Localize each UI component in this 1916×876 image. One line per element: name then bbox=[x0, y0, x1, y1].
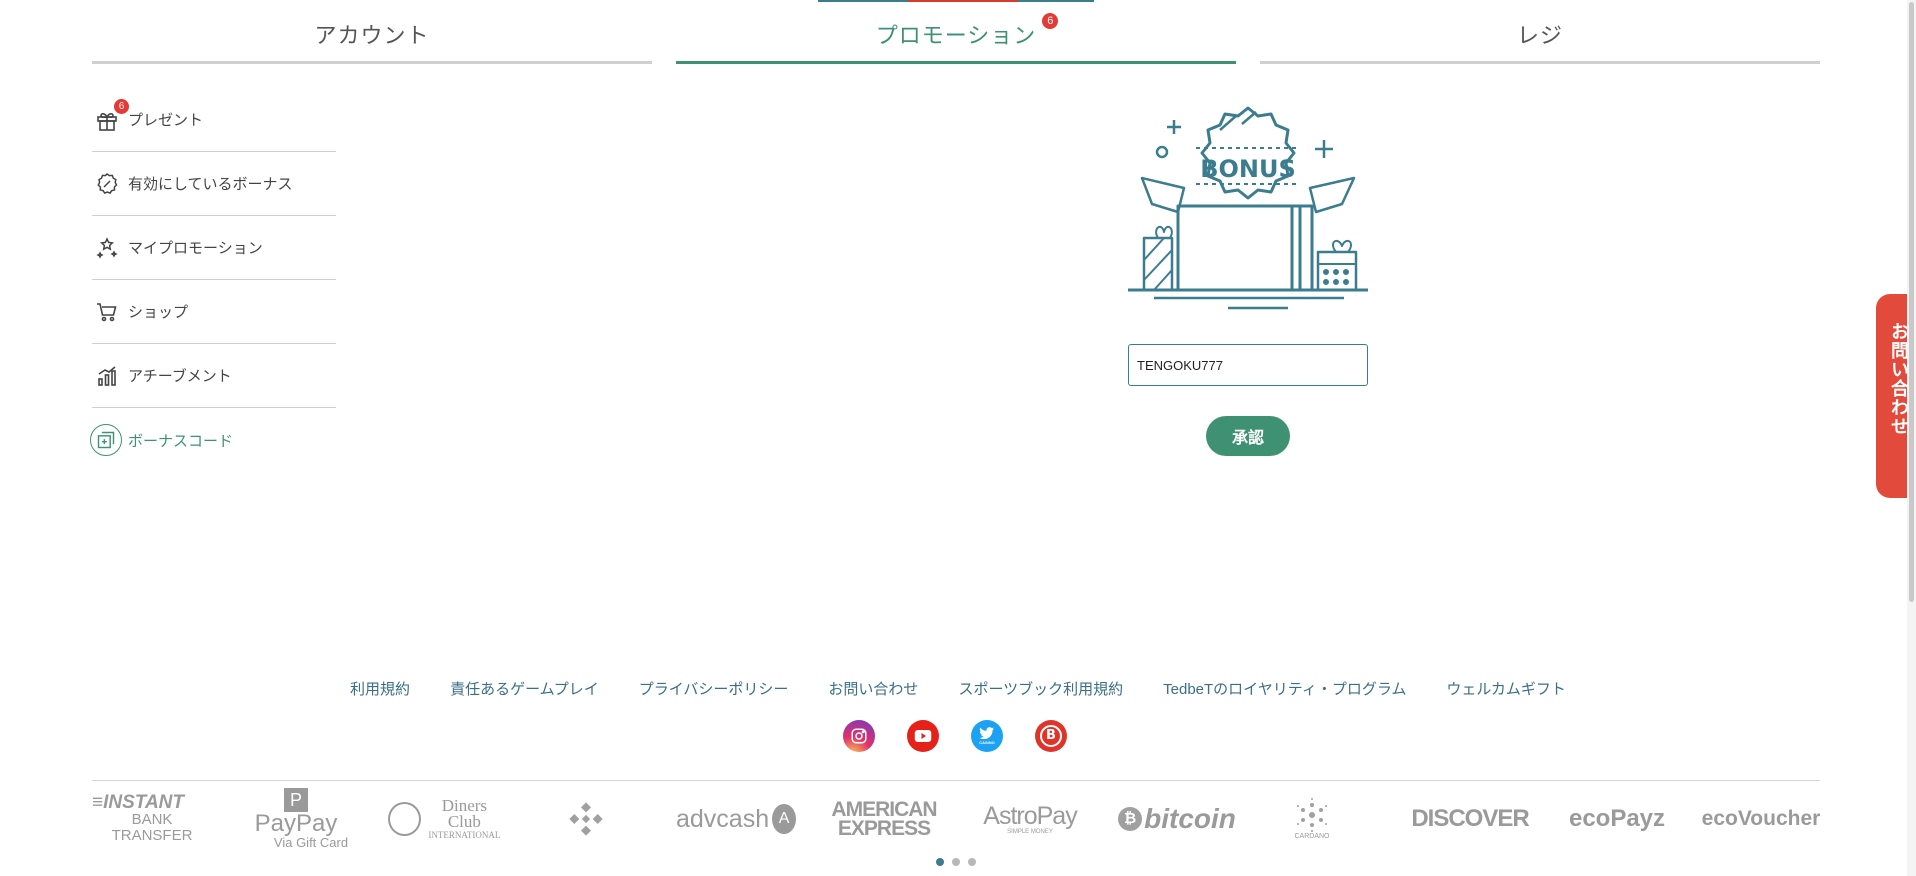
tab-underline bbox=[676, 61, 1236, 64]
instagram-icon[interactable] bbox=[843, 720, 875, 752]
payment-logos: ≡INSTANT BANK TRANSFER P PayPay Via Gift… bbox=[92, 788, 1821, 850]
cardano-icon bbox=[1297, 798, 1327, 832]
diners-club-icon bbox=[388, 802, 421, 836]
footer-link-loyalty[interactable]: TedbeTのロイヤリティ・プログラム bbox=[1163, 678, 1406, 699]
gift-icon: 6 bbox=[92, 98, 129, 135]
cardano-logo: CARDANO bbox=[1288, 794, 1336, 844]
paypay-logo: P PayPay Via Gift Card bbox=[254, 788, 349, 850]
bitcoin-icon: ₿ bbox=[1118, 807, 1143, 831]
instant-bank-transfer-logo: ≡INSTANT BANK TRANSFER bbox=[92, 792, 193, 844]
footer-link-terms[interactable]: 利用規約 bbox=[350, 678, 410, 699]
bonus-box-illustration: BONUS bbox=[1128, 106, 1368, 310]
bonus-code-input[interactable] bbox=[1128, 344, 1368, 386]
bonus-banner-text: BONUS bbox=[1200, 155, 1296, 183]
carousel-dot[interactable] bbox=[968, 858, 976, 866]
tab-label: アカウント bbox=[314, 23, 430, 48]
footer-links: 利用規約 責任あるゲームプレイ プライバシーポリシー お問い合わせ スポーツブッ… bbox=[0, 678, 1916, 699]
footer-link-sportsbook-terms[interactable]: スポーツブック利用規約 bbox=[958, 678, 1123, 699]
sidebar-item-label: アチーブメント bbox=[128, 368, 232, 385]
tab-account[interactable]: アカウント bbox=[92, 0, 652, 64]
twitter-icon[interactable]: CASINO bbox=[971, 720, 1003, 752]
bar-chart-icon bbox=[92, 361, 122, 391]
sidebar-item-present[interactable]: 6 プレゼント bbox=[92, 88, 336, 152]
badge-check-icon bbox=[92, 169, 122, 199]
sidebar-item-label: ショップ bbox=[128, 304, 189, 321]
notification-badge: 6 bbox=[1042, 13, 1059, 29]
tab-label: レジ bbox=[1516, 23, 1563, 48]
footer-link-privacy[interactable]: プライバシーポリシー bbox=[639, 678, 789, 699]
main-tabs: アカウント プロモーション 6 レジ bbox=[92, 0, 1820, 64]
sidebar-item-label: マイプロモーション bbox=[128, 240, 263, 257]
sidebar-item-label: ボーナスコード bbox=[128, 432, 234, 450]
notification-badge: 6 bbox=[114, 98, 129, 114]
footer-divider bbox=[92, 780, 1820, 781]
sidebar-item-active-bonus[interactable]: 有効にしているボーナス bbox=[92, 152, 336, 216]
page-scrollbar[interactable] bbox=[1907, 0, 1916, 876]
tab-promotion[interactable]: プロモーション 6 bbox=[676, 0, 1236, 64]
sidebar-item-achievements[interactable]: アチーブメント bbox=[92, 344, 336, 408]
twitter-caption: CASINO bbox=[979, 740, 995, 745]
youtube-icon[interactable] bbox=[907, 720, 939, 752]
promotion-sidebar: 6 プレゼント 有効にしているボーナス マイプロモーション ショップ アチーブメ… bbox=[90, 88, 336, 472]
sidebar-item-label: 有効にしているボーナス bbox=[128, 176, 293, 193]
american-express-logo: AMERICAN EXPRESS bbox=[831, 798, 937, 840]
scrollbar-thumb[interactable] bbox=[1909, 2, 1914, 602]
bonus-code-icon bbox=[90, 424, 122, 456]
tab-cashier[interactable]: レジ bbox=[1260, 0, 1820, 64]
approve-button[interactable]: 承認 bbox=[1206, 416, 1290, 456]
footer-link-responsible-gaming[interactable]: 責任あるゲームプレイ bbox=[450, 678, 599, 699]
tab-label: プロモーション 6 bbox=[876, 13, 1059, 50]
social-links: CASINO B bbox=[843, 720, 1099, 752]
carousel-dot[interactable] bbox=[936, 858, 944, 866]
cart-icon bbox=[92, 297, 122, 327]
sparkle-stars-icon bbox=[92, 233, 122, 263]
tab-underline bbox=[92, 61, 652, 64]
b-logo-letter: B bbox=[1040, 725, 1062, 747]
tab-underline bbox=[1260, 61, 1820, 64]
b-logo-icon[interactable]: B bbox=[1035, 720, 1067, 752]
paypay-icon: P bbox=[284, 788, 308, 812]
carousel-dots bbox=[936, 858, 984, 866]
advcash-icon: A bbox=[772, 804, 796, 834]
diners-club-logo: Diners Club INTERNATIONAL bbox=[388, 794, 504, 844]
ecovoucher-logo: ecoVoucher bbox=[1701, 807, 1821, 830]
ecopayz-logo: ecoPayz bbox=[1568, 805, 1666, 832]
astropay-logo: AstroPay SIMPLE MONEY bbox=[983, 801, 1077, 835]
bitcoin-logo: ₿ bitcoin bbox=[1116, 794, 1238, 844]
footer-link-welcome-gift[interactable]: ウェルカムギフト bbox=[1446, 678, 1566, 699]
sidebar-item-shop[interactable]: ショップ bbox=[92, 280, 336, 344]
carousel-dot[interactable] bbox=[952, 858, 960, 866]
sidebar-item-label: プレゼント bbox=[128, 112, 204, 129]
sidebar-item-bonus-code[interactable]: ボーナスコード bbox=[90, 408, 336, 472]
footer-link-contact[interactable]: お問い合わせ bbox=[828, 678, 918, 699]
advcash-logo: advcash A bbox=[676, 794, 796, 844]
sidebar-item-my-promotions[interactable]: マイプロモーション bbox=[92, 216, 336, 280]
binance-logo bbox=[564, 794, 608, 844]
discover-logo: DISCOVER bbox=[1411, 805, 1529, 832]
